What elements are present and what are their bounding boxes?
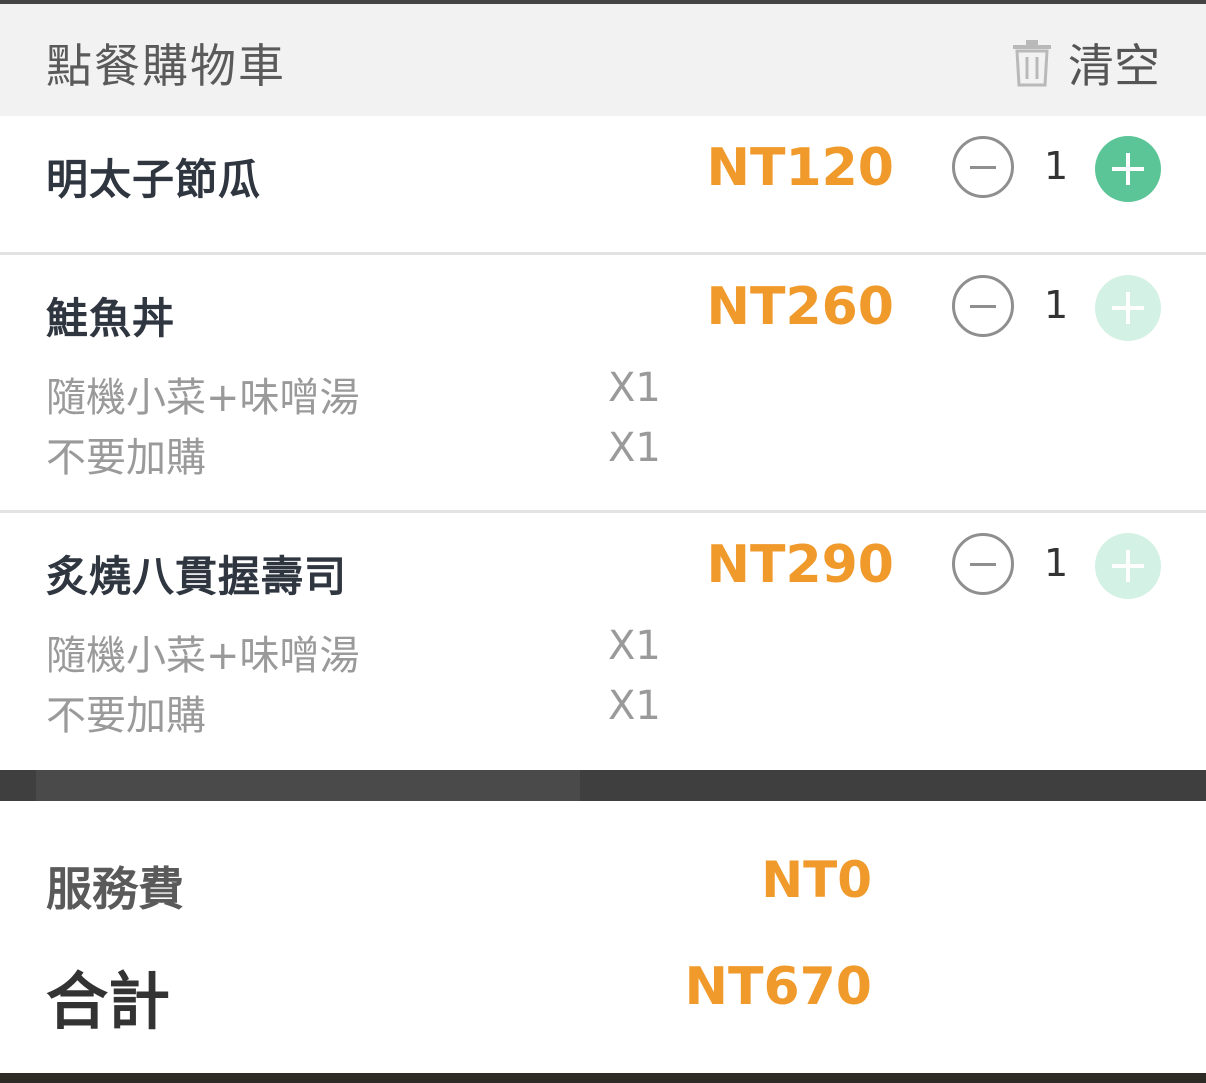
order-summary: 服務費 NT0 合計 NT670 <box>0 801 1206 1073</box>
quantity-stepper: 1 <box>952 533 1162 599</box>
item-name: 明太子節瓜 <box>46 155 262 204</box>
total-value: NT670 <box>684 957 872 1017</box>
option-name: 不要加購 <box>46 693 206 739</box>
item-name: 鮭魚丼 <box>46 294 176 343</box>
option-quantity: X1 <box>608 365 661 411</box>
item-option: 不要加購 X1 <box>46 683 666 739</box>
increase-quantity-button[interactable] <box>1095 533 1161 599</box>
service-fee-value: NT0 <box>761 851 872 909</box>
quantity-value: 1 <box>1044 541 1069 585</box>
cart-title: 點餐購物車 <box>46 39 286 93</box>
option-name: 隨機小菜+味噌湯 <box>46 375 360 421</box>
item-option: 隨機小菜+味噌湯 X1 <box>46 623 666 679</box>
cart-item: 鮭魚丼 NT260 1 隨機小菜+味噌湯 X1 不要加購 X1 <box>0 255 1206 513</box>
option-quantity: X1 <box>608 623 661 669</box>
item-price: NT120 <box>706 138 894 198</box>
item-price: NT260 <box>706 277 894 337</box>
item-option: 不要加購 X1 <box>46 425 666 481</box>
quantity-value: 1 <box>1044 283 1069 327</box>
cart-item-list: 明太子節瓜 NT120 1 鮭魚丼 NT260 1 隨機小菜+味噌湯 X1 不要… <box>0 116 1206 770</box>
cart-item: 明太子節瓜 NT120 1 <box>0 116 1206 255</box>
background-card <box>36 770 580 801</box>
decrease-quantity-button[interactable] <box>952 275 1014 337</box>
quantity-stepper: 1 <box>952 275 1162 341</box>
increase-quantity-button[interactable] <box>1095 136 1161 202</box>
item-option: 隨機小菜+味噌湯 X1 <box>46 365 666 421</box>
cart-item: 炙燒八貫握壽司 NT290 1 隨機小菜+味噌湯 X1 不要加購 X1 <box>0 513 1206 770</box>
quantity-value: 1 <box>1044 144 1069 188</box>
background-bottom <box>0 1073 1206 1083</box>
option-quantity: X1 <box>608 683 661 729</box>
total-label: 合計 <box>46 965 171 1038</box>
item-name: 炙燒八貫握壽司 <box>46 552 348 601</box>
item-price: NT290 <box>706 535 894 595</box>
cart-header: 點餐購物車 清空 <box>0 4 1206 116</box>
increase-quantity-button[interactable] <box>1095 275 1161 341</box>
decrease-quantity-button[interactable] <box>952 533 1014 595</box>
quantity-stepper: 1 <box>952 136 1162 202</box>
option-name: 隨機小菜+味噌湯 <box>46 633 360 679</box>
clear-cart-button[interactable]: 清空 <box>1010 30 1160 96</box>
clear-label: 清空 <box>1068 39 1160 93</box>
cart-panel: 點餐購物車 清空 明太子節瓜 NT120 1 鮭魚丼 NT260 1 隨機小菜+… <box>0 4 1206 770</box>
decrease-quantity-button[interactable] <box>952 136 1014 198</box>
background-gap <box>0 770 1206 801</box>
option-name: 不要加購 <box>46 435 206 481</box>
trash-icon <box>1013 40 1051 87</box>
option-quantity: X1 <box>608 425 661 471</box>
service-fee-label: 服務費 <box>46 862 184 916</box>
